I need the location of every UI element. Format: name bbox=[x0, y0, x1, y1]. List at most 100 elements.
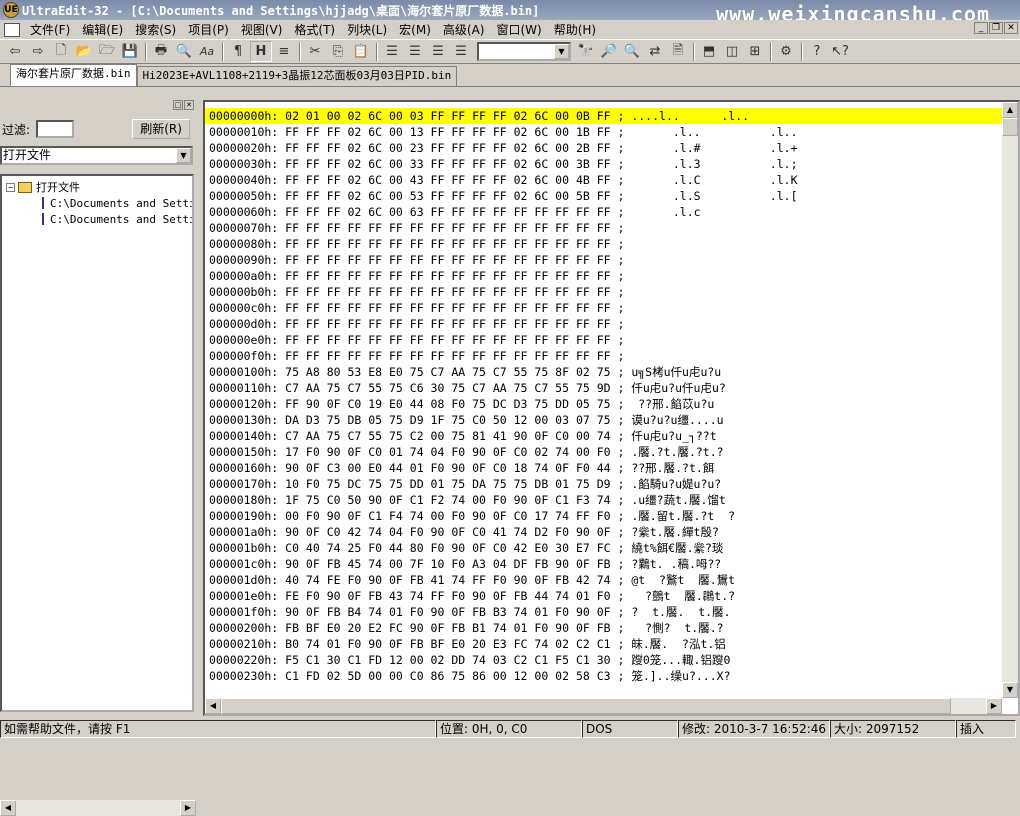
hex-line[interactable]: 00000120h: FF 90 0F C0 19 E0 44 08 F0 75… bbox=[205, 396, 1002, 412]
scroll-left-icon[interactable]: ◀ bbox=[205, 698, 221, 714]
word-wrap-icon[interactable]: ≡ bbox=[273, 41, 295, 62]
format-icon[interactable]: ¶ bbox=[227, 41, 249, 62]
find-in-files-icon[interactable]: 🗎 bbox=[667, 41, 689, 62]
scroll-up-icon[interactable]: ▲ bbox=[1002, 102, 1018, 118]
back-icon[interactable]: ⇦ bbox=[4, 41, 26, 62]
print-icon[interactable]: 🖶 bbox=[150, 41, 172, 62]
hex-line[interactable]: 00000100h: 75 A8 80 53 E8 E0 75 C7 AA 75… bbox=[205, 364, 1002, 380]
menu-search[interactable]: 搜索(S) bbox=[129, 21, 182, 39]
find-next-icon[interactable]: 🔎 bbox=[598, 41, 620, 62]
hex-line[interactable]: 00000210h: B0 74 01 F0 90 0F FB BF E0 20… bbox=[205, 636, 1002, 652]
hex-line[interactable]: 00000150h: 17 F0 90 0F C0 01 74 04 F0 90… bbox=[205, 444, 1002, 460]
tab-file-2[interactable]: Hi2023E+AVL1108+2119+3晶振12芯面板03月03日PID.b… bbox=[136, 66, 458, 86]
settings-icon[interactable]: ⚙ bbox=[775, 41, 797, 62]
tree-root[interactable]: − 打开文件 bbox=[2, 179, 192, 195]
hex-line[interactable]: 000001c0h: 90 0F FB 45 74 00 7F 10 F0 A3… bbox=[205, 556, 1002, 572]
hex-line[interactable]: 000001e0h: FE F0 90 0F FB 43 74 FF F0 90… bbox=[205, 588, 1002, 604]
scroll-thumb[interactable] bbox=[221, 698, 951, 714]
tree-item[interactable]: C:\Documents and Settings\hjjadg\桌面\海尔套片… bbox=[2, 195, 192, 211]
save-icon[interactable]: 💾 bbox=[119, 41, 141, 62]
collapse-icon[interactable]: − bbox=[6, 182, 15, 192]
align-left-icon[interactable]: ☰ bbox=[381, 41, 403, 62]
filter-input[interactable] bbox=[36, 120, 75, 138]
tile-icon[interactable]: ⊞ bbox=[744, 41, 766, 62]
scroll-right-icon[interactable]: ▶ bbox=[180, 800, 196, 816]
search-combo[interactable]: ▼ bbox=[477, 42, 571, 61]
hex-line[interactable]: 000001b0h: C0 40 74 25 F0 44 80 F0 90 0F… bbox=[205, 540, 1002, 556]
new-file-icon[interactable]: 🗋 bbox=[50, 41, 72, 62]
menu-format[interactable]: 格式(T) bbox=[288, 21, 341, 39]
hex-line[interactable]: 00000180h: 1F 75 C0 50 90 0F C1 F2 74 00… bbox=[205, 492, 1002, 508]
cut-icon[interactable]: ✂ bbox=[304, 41, 326, 62]
hex-line[interactable]: 00000040h: FF FF FF 02 6C 00 43 FF FF FF… bbox=[205, 172, 1002, 188]
chevron-down-icon[interactable]: ▼ bbox=[176, 148, 191, 163]
ultraedit-app-icon[interactable]: UE bbox=[3, 2, 19, 18]
hex-line[interactable]: 00000020h: FF FF FF 02 6C 00 23 FF FF FF… bbox=[205, 140, 1002, 156]
hex-line[interactable]: 00000070h: FF FF FF FF FF FF FF FF FF FF… bbox=[205, 220, 1002, 236]
align-center-icon[interactable]: ☰ bbox=[404, 41, 426, 62]
split-vertical-icon[interactable]: ◫ bbox=[721, 41, 743, 62]
open-folder-icon[interactable]: 🗁 bbox=[96, 41, 118, 62]
menu-column[interactable]: 列块(L) bbox=[341, 21, 393, 39]
hex-line[interactable]: 00000030h: FF FF FF 02 6C 00 33 FF FF FF… bbox=[205, 156, 1002, 172]
tree-item[interactable]: C:\Documents and Settings\hjjadg\桌面\Hi20… bbox=[2, 211, 192, 227]
refresh-button[interactable]: 刷新(R) bbox=[132, 119, 191, 139]
scroll-thumb[interactable] bbox=[1002, 118, 1018, 136]
panel-close-icon[interactable]: ✕ bbox=[184, 100, 194, 110]
hex-line[interactable]: 00000140h: C7 AA 75 C7 55 75 C2 00 75 81… bbox=[205, 428, 1002, 444]
hex-line[interactable]: 000000c0h: FF FF FF FF FF FF FF FF FF FF… bbox=[205, 300, 1002, 316]
paste-icon[interactable]: 📋 bbox=[350, 41, 372, 62]
hex-line[interactable]: 00000170h: 10 F0 75 DC 75 75 DD 01 75 DA… bbox=[205, 476, 1002, 492]
hex-line[interactable]: 000000f0h: FF FF FF FF FF FF FF FF FF FF… bbox=[205, 348, 1002, 364]
hex-line[interactable]: 00000110h: C7 AA 75 C7 55 75 C6 30 75 C7… bbox=[205, 380, 1002, 396]
hex-line[interactable]: 000000d0h: FF FF FF FF FF FF FF FF FF FF… bbox=[205, 316, 1002, 332]
find-prev-icon[interactable]: 🔍 bbox=[621, 41, 643, 62]
print-preview-icon[interactable]: 🔍 bbox=[173, 41, 195, 62]
scroll-left-icon[interactable]: ◀ bbox=[0, 800, 16, 816]
hex-line[interactable]: 00000080h: FF FF FF FF FF FF FF FF FF FF… bbox=[205, 236, 1002, 252]
scroll-right-icon[interactable]: ▶ bbox=[986, 698, 1002, 714]
left-horizontal-scrollbar[interactable]: ◀ ▶ bbox=[0, 800, 196, 816]
hex-line[interactable]: 00000200h: FB BF E0 20 E2 FC 90 0F FB B1… bbox=[205, 620, 1002, 636]
horizontal-scrollbar[interactable]: ◀ ▶ bbox=[205, 698, 1002, 714]
hex-line[interactable]: 000001a0h: 90 0F C0 42 74 04 F0 90 0F C0… bbox=[205, 524, 1002, 540]
context-help-icon[interactable]: ↖? bbox=[829, 41, 851, 62]
open-files-select[interactable]: 打开文件 ▼ bbox=[0, 146, 193, 165]
menu-edit[interactable]: 编辑(E) bbox=[76, 21, 129, 39]
split-horizontal-icon[interactable]: ⬒ bbox=[698, 41, 720, 62]
justify-icon[interactable]: ☰ bbox=[450, 41, 472, 62]
mdi-restore-button[interactable]: ❐ bbox=[989, 22, 1003, 34]
hex-view[interactable]: 00000000h: 02 01 00 02 6C 00 03 FF FF FF… bbox=[205, 108, 1002, 698]
spell-icon[interactable]: Aa bbox=[196, 41, 218, 62]
hex-line[interactable]: 00000090h: FF FF FF FF FF FF FF FF FF FF… bbox=[205, 252, 1002, 268]
hex-line[interactable]: 000001f0h: 90 0F FB B4 74 01 F0 90 0F FB… bbox=[205, 604, 1002, 620]
panel-float-icon[interactable]: □ bbox=[173, 100, 183, 110]
hex-line[interactable]: 00000060h: FF FF FF 02 6C 00 63 FF FF FF… bbox=[205, 204, 1002, 220]
hex-line[interactable]: 000000a0h: FF FF FF FF FF FF FF FF FF FF… bbox=[205, 268, 1002, 284]
chevron-down-icon[interactable]: ▼ bbox=[554, 44, 569, 59]
mdi-close-button[interactable]: ✕ bbox=[1004, 22, 1018, 34]
file-tree[interactable]: − 打开文件 C:\Documents and Settings\hjjadg\… bbox=[0, 174, 194, 712]
hex-line[interactable]: 00000050h: FF FF FF 02 6C 00 53 FF FF FF… bbox=[205, 188, 1002, 204]
find-icon[interactable]: 🔭 bbox=[575, 41, 597, 62]
menu-file[interactable]: 文件(F) bbox=[24, 21, 76, 39]
hex-line[interactable]: 00000130h: DA D3 75 DB 05 75 D9 1F 75 C0… bbox=[205, 412, 1002, 428]
menu-help[interactable]: 帮助(H) bbox=[548, 21, 602, 39]
hex-line[interactable]: 00000230h: C1 FD 02 5D 00 00 C0 86 75 86… bbox=[205, 668, 1002, 684]
forward-icon[interactable]: ⇨ bbox=[27, 41, 49, 62]
tab-file-1[interactable]: 海尔套片原厂数据.bin bbox=[10, 64, 137, 86]
open-icon[interactable]: 📂 bbox=[73, 41, 95, 62]
menu-window[interactable]: 窗口(W) bbox=[490, 21, 547, 39]
menu-macro[interactable]: 宏(M) bbox=[393, 21, 437, 39]
hex-line[interactable]: 00000160h: 90 0F C3 00 E0 44 01 F0 90 0F… bbox=[205, 460, 1002, 476]
help-icon[interactable]: ? bbox=[806, 41, 828, 62]
menu-advanced[interactable]: 高级(A) bbox=[437, 21, 491, 39]
hex-line[interactable]: 00000220h: F5 C1 30 C1 FD 12 00 02 DD 74… bbox=[205, 652, 1002, 668]
hex-line[interactable]: 00000190h: 00 F0 90 0F C1 F4 74 00 F0 90… bbox=[205, 508, 1002, 524]
scroll-down-icon[interactable]: ▼ bbox=[1002, 682, 1018, 698]
hex-mode-icon[interactable]: H bbox=[250, 41, 272, 62]
align-right-icon[interactable]: ☰ bbox=[427, 41, 449, 62]
hex-line[interactable]: 000000e0h: FF FF FF FF FF FF FF FF FF FF… bbox=[205, 332, 1002, 348]
hex-editor[interactable]: 00000000h: 02 01 00 02 6C 00 03 FF FF FF… bbox=[203, 100, 1020, 716]
menu-view[interactable]: 视图(V) bbox=[235, 21, 289, 39]
